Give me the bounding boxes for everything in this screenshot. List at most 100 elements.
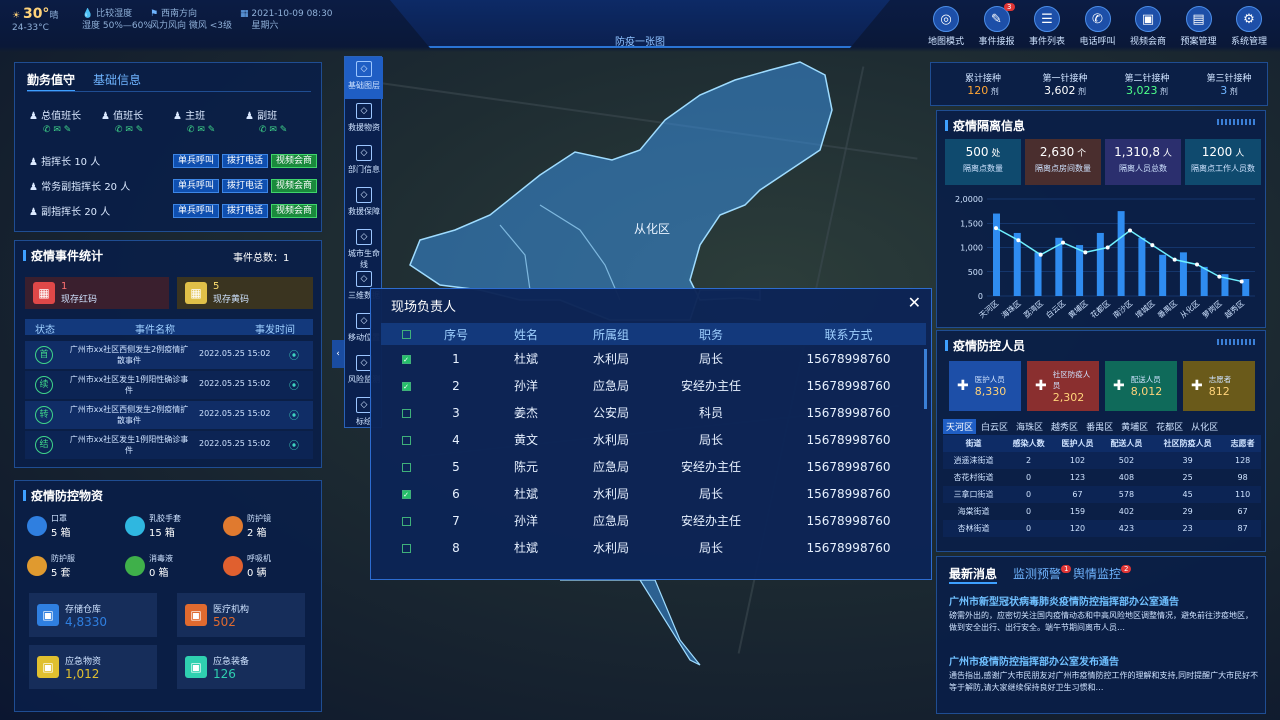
staff-row[interactable]: 杏林街道 0 120 423 23 87 <box>943 520 1261 537</box>
role-contact-icons[interactable]: ✆ ✉ ✎ <box>187 125 215 135</box>
staff-col-header: 社区防疫人员 <box>1150 435 1225 452</box>
soldier-call-button[interactable]: 单兵呼叫 <box>173 204 220 218</box>
event-name: 广州市xx社区西侧发生2例疫情扩散事件 <box>69 405 189 425</box>
event-row[interactable]: 转广州市xx社区西侧发生2例疫情扩散事件 2022.05.25 15:02 ⦿ <box>25 401 313 429</box>
responsible-row[interactable]: 4 黄文 水利局 局长 15678998760 <box>381 426 926 453</box>
responsible-row[interactable]: 7 孙洋 应急局 安经办主任 15678998760 <box>381 507 926 534</box>
district-tab[interactable]: 白云区 <box>978 419 1011 434</box>
tab-duty[interactable]: 勤务值守 <box>27 71 76 92</box>
responsible-row[interactable]: 3 姜杰 公安局 科员 15678998760 <box>381 399 926 426</box>
district-tab[interactable]: 从化区 <box>1188 419 1221 434</box>
staff-row[interactable]: 海棠街道 0 159 402 29 67 <box>943 503 1261 520</box>
staff-row[interactable]: 逍遥涞街道 2 102 502 39 128 <box>943 452 1261 469</box>
phone-call-button[interactable]: 拨打电话 <box>222 204 269 218</box>
video-meeting-button[interactable]: 视频会商 <box>271 204 318 218</box>
district-tab[interactable]: 番禺区 <box>1083 419 1116 434</box>
quarantine-value: 500 <box>965 145 989 159</box>
qr-red-icon: ▦ <box>33 282 55 304</box>
district-tab[interactable]: 越秀区 <box>1048 419 1081 434</box>
video-meeting-button[interactable]: 视频会商 <box>271 179 318 193</box>
staff-row[interactable]: 三拿口街道 0 67 578 45 110 <box>943 486 1261 503</box>
event-row[interactable]: 结广州市xx社区发生1例阳性确诊事件 2022.05.25 15:02 ⦿ <box>25 431 313 459</box>
select-all-checkbox[interactable] <box>401 330 411 339</box>
event-time: 2022.05.25 15:02 <box>199 409 271 418</box>
soldier-call-button[interactable]: 单兵呼叫 <box>173 179 220 193</box>
role-contact-icons[interactable]: ✆ ✉ ✎ <box>115 125 143 135</box>
staff-card[interactable]: ✚ 志愿者 812 <box>1183 361 1255 411</box>
staff-cell: 110 <box>1224 486 1261 503</box>
resource-card[interactable]: ▣ 应急装备 126 <box>177 645 305 689</box>
district-tab[interactable]: 花都区 <box>1153 419 1186 434</box>
tool-label: 基础图层 <box>348 81 380 90</box>
responsible-row[interactable]: 8 杜斌 水利局 局长 15678998760 <box>381 534 926 561</box>
resource-card[interactable]: ▣ 存储仓库 4,8330 <box>29 593 157 637</box>
nav-video[interactable]: ▣ 视频会商 <box>1122 6 1174 47</box>
row-checkbox[interactable] <box>401 408 411 418</box>
nav-plan[interactable]: ▤ 预案管理 <box>1173 6 1225 47</box>
collapse-icon[interactable]: ‹ <box>332 340 344 368</box>
commander-label: ♟ 常务副指挥长 20 人 <box>29 182 131 193</box>
phone-call-button[interactable]: 拨打电话 <box>222 154 269 168</box>
role-contact-icons[interactable]: ✆ ✉ ✎ <box>43 125 71 135</box>
role-label: ♟ 值班长 <box>101 111 144 122</box>
responsible-row[interactable]: ✓ 6 杜斌 水利局 局长 15678998760 <box>381 480 926 507</box>
tool-dept[interactable]: ◇ 部门信息 <box>345 141 383 183</box>
vaccine-label: 第三针接种 <box>1206 74 1252 84</box>
responsible-row[interactable]: 5 陈元 应急局 安经办主任 15678998760 <box>381 453 926 480</box>
video-meeting-button[interactable]: 视频会商 <box>271 154 318 168</box>
row-checkbox[interactable] <box>401 543 411 553</box>
role-contact-icons[interactable]: ✆ ✉ ✎ <box>259 125 287 135</box>
district-tab[interactable]: 黄埔区 <box>1118 419 1151 434</box>
quarantine-unit: 人 <box>1159 149 1172 159</box>
row-checkbox[interactable]: ✓ <box>401 354 411 364</box>
news-title[interactable]: 广州市新型冠状病毒肺炎疫情防控指挥部办公室通告 <box>949 593 1259 608</box>
row-checkbox[interactable] <box>401 516 411 526</box>
row-role: 局长 <box>698 433 723 447</box>
resource-card[interactable]: ▣ 医疗机构 502 <box>177 593 305 637</box>
staff-card[interactable]: ✚ 医护人员 8,330 <box>949 361 1021 411</box>
event-row[interactable]: 首广州市xx社区西侧发生2例疫情扩散事件 2022.05.25 15:02 ⦿ <box>25 341 313 369</box>
vaccine-value: 3,602 <box>1043 84 1076 97</box>
event-row[interactable]: 续广州市xx社区发生1例阳性确诊事件 2022.05.25 15:02 ⦿ <box>25 371 313 399</box>
phone-call-button[interactable]: 拨打电话 <box>222 179 269 193</box>
district-tab[interactable]: 天河区 <box>943 419 977 434</box>
location-icon[interactable]: ⦿ <box>289 347 299 362</box>
responsible-row[interactable]: ✓ 1 杜斌 水利局 局长 15678998760 <box>381 345 926 372</box>
nav-globe[interactable]: ◎ 地图模式 <box>920 6 972 47</box>
row-checkbox[interactable] <box>401 462 411 472</box>
tool-lifeline[interactable]: ◇ 城市生命线 <box>345 225 383 269</box>
supply-name: 口罩 <box>51 514 67 523</box>
tool-shield[interactable]: ◇ 救援保障 <box>345 183 383 225</box>
resource-card[interactable]: ▣ 应急物资 1,012 <box>29 645 157 689</box>
nav-system[interactable]: ⚙ 系统管理 <box>1223 6 1275 47</box>
close-icon[interactable]: ✕ <box>908 293 921 312</box>
tool-layers[interactable]: ◇ 基础图层 <box>345 57 383 99</box>
row-checkbox[interactable] <box>401 435 411 445</box>
location-icon[interactable]: ⦿ <box>289 407 299 422</box>
supply-item: 呼吸机 0 辆 <box>223 553 271 579</box>
nav-list[interactable]: ☰ 事件列表 <box>1021 6 1073 47</box>
resource-icon: ▣ <box>37 604 59 626</box>
nav-report[interactable]: ✎ 3 事件接报 <box>971 3 1023 47</box>
location-icon[interactable]: ⦿ <box>289 437 299 452</box>
nav-phone[interactable]: ✆ 电话呼叫 <box>1072 6 1124 47</box>
supplies-panel: 疫情防控物资 口罩 5 箱 乳胶手套 15 箱 防护镜 2 箱防护服 5 套 消毒液 0 箱 呼吸… <box>14 480 322 712</box>
staff-row[interactable]: 杏花村街道 0 123 408 25 98 <box>943 469 1261 486</box>
tab-latest-news[interactable]: 最新消息 <box>949 565 998 584</box>
tool-box[interactable]: ◇ 救援物资 <box>345 99 383 141</box>
row-role: 科员 <box>698 406 723 420</box>
location-icon[interactable]: ⦿ <box>289 377 299 392</box>
tab-monitoring[interactable]: 监测预警 1 <box>1013 565 1072 582</box>
row-checkbox[interactable]: ✓ <box>401 489 411 499</box>
row-no: 6 <box>452 486 460 501</box>
soldier-call-button[interactable]: 单兵呼叫 <box>173 154 220 168</box>
tab-public-opinion[interactable]: 舆情监控 2 <box>1073 565 1132 582</box>
staff-card[interactable]: ✚ 社区防疫人员 2,302 <box>1027 361 1099 411</box>
quarantine-chart: 0 500 1,000 1,500 2,0000 天河区 海珠区 荔湾区 白云区 黄埔区 花都区 南沙… <box>955 195 1255 320</box>
responsible-row[interactable]: ✓ 2 孙洋 应急局 安经办主任 15678998760 <box>381 372 926 399</box>
row-checkbox[interactable]: ✓ <box>401 381 411 391</box>
tab-basic-info[interactable]: 基础信息 <box>93 71 141 88</box>
staff-card[interactable]: ✚ 配送人员 8,012 <box>1105 361 1177 411</box>
news-title[interactable]: 广州市疫情防控指挥部办公室发布通告 <box>949 653 1259 668</box>
district-tab[interactable]: 海珠区 <box>1013 419 1046 434</box>
